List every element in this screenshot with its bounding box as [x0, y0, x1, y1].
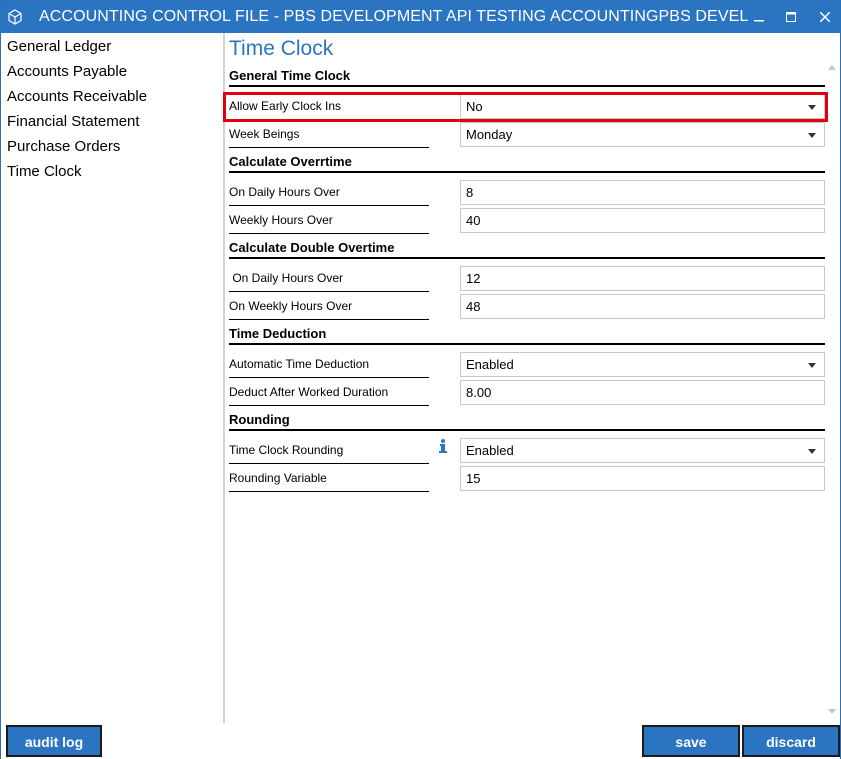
- app-cube-icon: [8, 9, 22, 25]
- double-overtime-daily-input[interactable]: 12: [460, 266, 825, 291]
- section-heading-overtime: Calculate Overrtime: [229, 154, 352, 169]
- window: ACCOUNTING CONTROL FILE - PBS DEVELOPMEN…: [0, 0, 841, 759]
- highlight-box: [223, 92, 828, 122]
- section-heading-rounding: Rounding: [229, 412, 290, 427]
- close-button[interactable]: [809, 1, 841, 33]
- deduct-after-label: Deduct After Worked Duration: [229, 378, 429, 406]
- chevron-down-icon: [808, 133, 816, 138]
- maximize-button[interactable]: [775, 1, 807, 33]
- section-divider: [229, 429, 825, 431]
- sidebar-item-purchase-orders[interactable]: Purchase Orders: [7, 138, 120, 155]
- overtime-daily-input[interactable]: 8: [460, 180, 825, 205]
- double-overtime-daily-label: On Daily Hours Over: [229, 264, 429, 292]
- section-divider: [229, 85, 825, 87]
- automatic-time-deduction-label: Automatic Time Deduction: [229, 350, 429, 378]
- info-icon[interactable]: [436, 438, 450, 454]
- scroll-down-arrow-icon[interactable]: [828, 709, 836, 714]
- sidebar-item-time-clock[interactable]: Time Clock: [7, 163, 81, 180]
- sidebar-item-financial-statement[interactable]: Financial Statement: [7, 113, 140, 130]
- week-begins-label: Week Beings: [229, 120, 429, 148]
- scroll-up-arrow-icon[interactable]: [828, 65, 836, 70]
- automatic-time-deduction-value: Enabled: [466, 357, 514, 372]
- rounding-variable-label: Rounding Variable: [229, 464, 429, 492]
- sidebar: General Ledger Accounts Payable Accounts…: [1, 33, 223, 723]
- sidebar-item-accounts-receivable[interactable]: Accounts Receivable: [7, 88, 147, 105]
- bottom-bar: audit log save discard: [1, 723, 840, 759]
- section-heading-double-overtime: Calculate Double Overtime: [229, 240, 395, 255]
- overtime-weekly-label: Weekly Hours Over: [229, 206, 429, 234]
- deduct-after-input[interactable]: 8.00: [460, 380, 825, 405]
- section-heading-general: General Time Clock: [229, 68, 351, 83]
- chevron-down-icon: [808, 449, 816, 454]
- double-overtime-weekly-input[interactable]: 48: [460, 294, 825, 319]
- chevron-down-icon: [808, 363, 816, 368]
- save-button[interactable]: save: [642, 725, 740, 757]
- time-clock-rounding-dropdown[interactable]: Enabled: [460, 438, 825, 463]
- audit-log-button[interactable]: audit log: [6, 725, 102, 757]
- week-begins-dropdown[interactable]: Monday: [460, 122, 825, 147]
- double-overtime-weekly-label: On Weekly Hours Over: [229, 292, 429, 320]
- title-bar: ACCOUNTING CONTROL FILE - PBS DEVELOPMEN…: [1, 1, 840, 33]
- main-content: Time Clock General Time Clock Allow Earl…: [225, 33, 839, 723]
- rounding-variable-input[interactable]: 15: [460, 466, 825, 491]
- overtime-weekly-input[interactable]: 40: [460, 208, 825, 233]
- minimize-icon: [754, 20, 764, 22]
- sidebar-item-accounts-payable[interactable]: Accounts Payable: [7, 63, 127, 80]
- sidebar-item-general-ledger[interactable]: General Ledger: [7, 38, 111, 55]
- section-divider: [229, 257, 825, 259]
- close-icon: [819, 11, 831, 23]
- section-divider: [229, 343, 825, 345]
- discard-button[interactable]: discard: [742, 725, 840, 757]
- time-clock-rounding-label: Time Clock Rounding: [229, 436, 429, 464]
- week-begins-value: Monday: [466, 127, 513, 142]
- page-title: Time Clock: [229, 37, 334, 60]
- automatic-time-deduction-dropdown[interactable]: Enabled: [460, 352, 825, 377]
- maximize-icon: [786, 12, 796, 22]
- overtime-daily-label: On Daily Hours Over: [229, 178, 429, 206]
- section-heading-deduction: Time Deduction: [229, 326, 327, 341]
- window-title: ACCOUNTING CONTROL FILE - PBS DEVELOPMEN…: [39, 8, 749, 25]
- minimize-button[interactable]: [743, 1, 775, 33]
- section-divider: [229, 171, 825, 173]
- time-clock-rounding-value: Enabled: [466, 443, 514, 458]
